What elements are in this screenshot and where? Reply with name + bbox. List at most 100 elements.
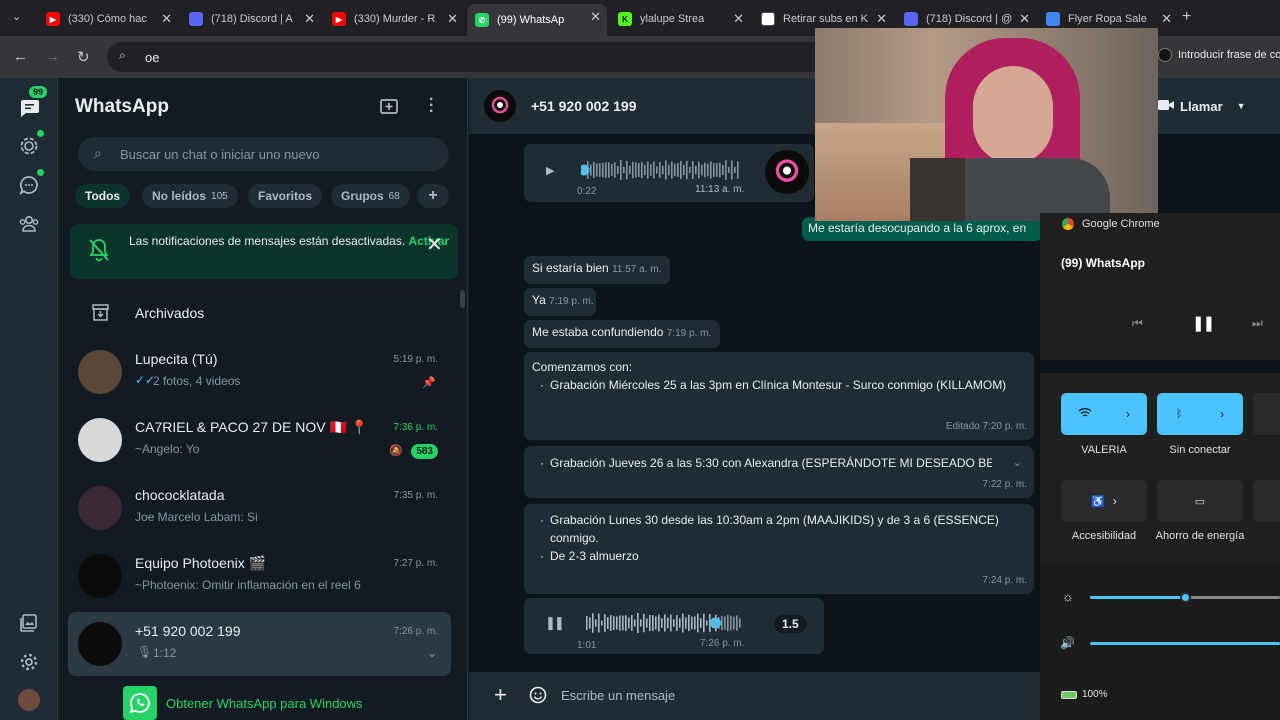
chevron-down-icon[interactable]: ⌄ — [1013, 454, 1022, 472]
close-tab-icon[interactable]: ✕ — [447, 11, 458, 27]
pause-icon[interactable]: ❚❚ — [1192, 314, 1215, 332]
incoming-message[interactable]: Ya 7:19 p. m. — [524, 288, 596, 316]
waveform-bar — [698, 161, 700, 179]
energy-saver-tile[interactable]: ▭ — [1157, 480, 1243, 522]
bluetooth-tile[interactable]: ᛒ › — [1157, 393, 1243, 435]
archive-icon — [92, 304, 109, 324]
battery-status[interactable]: 100% — [1061, 689, 1108, 700]
accessibility-tile[interactable]: ♿ › — [1061, 480, 1147, 522]
more-tile[interactable] — [1253, 393, 1280, 435]
filter-groups[interactable]: Grupos 68 — [331, 184, 410, 208]
chevron-down-icon[interactable]: ⌄ — [427, 646, 437, 660]
communities-icon[interactable] — [17, 212, 41, 236]
previous-track-icon[interactable]: ⏮ — [1132, 316, 1143, 331]
media-icon[interactable] — [17, 611, 41, 635]
media-source-label: Google Chrome — [1082, 218, 1160, 230]
call-button[interactable]: Llamar ▼ — [1158, 91, 1246, 121]
chat-row[interactable]: +51 920 002 199 1:12 7:26 p. m. 🎙 ⌄ — [68, 612, 451, 676]
wifi-tile[interactable]: › — [1061, 393, 1147, 435]
filter-todos[interactable]: Todos — [75, 184, 131, 208]
incoming-message[interactable]: Comenzamos con: · Grabación Miércoles 25… — [524, 352, 1034, 440]
next-track-icon[interactable]: ⏭ — [1252, 316, 1263, 331]
more-tile[interactable] — [1253, 480, 1280, 522]
waveform-bar — [649, 614, 651, 632]
add-filter-button[interactable]: + — [417, 184, 449, 208]
waveform-bar — [683, 164, 685, 176]
passphrase-prompt[interactable]: Introducir frase de co — [1158, 48, 1280, 62]
waveform[interactable] — [581, 158, 741, 182]
browser-tab[interactable]: Kylalupe Strea ✕ — [610, 6, 750, 32]
close-tab-icon[interactable]: ✕ — [304, 11, 315, 27]
tab-search-icon[interactable]: ⌄ — [12, 10, 21, 23]
emoji-icon[interactable] — [529, 686, 547, 709]
attach-plus-icon[interactable]: + — [494, 682, 507, 708]
playback-speed-button[interactable]: 1.5 — [774, 615, 807, 633]
chat-row[interactable]: Equipo Photoenix 🎬 ~Photoenix: Omitir inf… — [68, 544, 451, 608]
browser-tab[interactable]: ✆ (99) WhatsAp ✕ — [467, 4, 607, 36]
search-input[interactable]: ⌕ Buscar un chat o iniciar uno nuevo — [78, 137, 449, 171]
chat-row[interactable]: chococklatada Joe Marcelo Labam: Si 7:35 p… — [68, 476, 451, 540]
browser-tab[interactable]: ▶ (330) Murder - R ✕ — [324, 6, 464, 32]
waveform-bar — [739, 618, 741, 628]
filter-favorites[interactable]: Favoritos — [248, 184, 323, 208]
channels-icon[interactable] — [17, 173, 41, 197]
chat-row[interactable]: Lupecita (Tú) 2 fotos, 4 videos 5:19 p. m.… — [68, 340, 451, 404]
chevron-right-icon[interactable]: › — [1126, 407, 1130, 421]
close-tab-icon[interactable]: ✕ — [1019, 11, 1030, 27]
waveform-bar — [682, 613, 684, 633]
close-tab-icon[interactable]: ✕ — [876, 11, 887, 27]
close-icon[interactable]: ✕ — [426, 235, 443, 255]
audio-duration: 0:22 — [577, 186, 597, 197]
channels-dot — [37, 169, 44, 176]
notification-banner: Las notificaciones de mensajes están des… — [70, 224, 458, 279]
status-icon[interactable] — [17, 134, 41, 158]
url-input[interactable]: ⌕ oe — [107, 42, 837, 72]
chevron-right-icon[interactable]: › — [1113, 494, 1117, 508]
incoming-message[interactable]: Si estaría bien 11:57 a. m. — [524, 256, 670, 284]
scrollbar[interactable] — [460, 290, 465, 308]
close-tab-icon[interactable]: ✕ — [1161, 11, 1172, 27]
settings-gear-icon[interactable] — [17, 650, 41, 674]
play-icon[interactable]: ▶ — [546, 164, 554, 177]
voice-message[interactable]: ▶ 0:22 11:13 a. m. — [524, 144, 814, 202]
incoming-message[interactable]: Me estaba confundiendo 7:19 p. m. — [524, 320, 720, 348]
chat-row[interactable]: CA7RIEL & PACO 27 DE NOV 🇵🇪 📍 ~Angelo: Yo… — [68, 408, 451, 472]
forward-arrow-icon[interactable]: → — [45, 48, 60, 65]
filter-unread[interactable]: No leídos 105 — [142, 184, 238, 208]
browser-tab[interactable]: (718) Discord | A ✕ — [181, 6, 321, 32]
chats-icon[interactable] — [17, 95, 41, 119]
waveform-bar — [725, 160, 727, 180]
pause-icon[interactable]: ❚❚ — [545, 615, 565, 631]
menu-dots-icon[interactable]: · · · — [429, 92, 434, 120]
status-dot — [37, 130, 44, 137]
incoming-message[interactable]: · Grabación Lunes 30 desde las 10:30am a… — [524, 504, 1034, 594]
profile-icon — [1158, 48, 1172, 62]
close-tab-icon[interactable]: ✕ — [590, 9, 601, 25]
back-arrow-icon[interactable]: ← — [13, 48, 28, 65]
waveform-bar — [619, 615, 621, 631]
new-tab-icon[interactable]: + — [1182, 8, 1191, 26]
playback-knob[interactable] — [709, 617, 721, 629]
voice-message[interactable]: ❚❚ 1:01 7:26 p. m. 1.5 — [524, 598, 824, 654]
archived-row[interactable]: Archivados — [58, 296, 458, 328]
incoming-message[interactable]: · Grabación Jueves 26 a las 5:30 con Ale… — [524, 446, 1034, 498]
waveform[interactable] — [583, 611, 743, 635]
reload-icon[interactable]: ↻ — [77, 48, 90, 66]
waveform-bar — [697, 613, 699, 633]
browser-tab[interactable]: ▶ (330) Cómo hac ✕ — [38, 6, 178, 32]
brightness-slider[interactable] — [1090, 592, 1280, 603]
message-input[interactable]: Escribe un mensaje — [561, 688, 675, 703]
waveform-bar — [664, 614, 666, 632]
contact-avatar[interactable] — [484, 90, 516, 122]
get-app-banner[interactable]: Obtener WhatsApp para Windows — [123, 686, 363, 720]
volume-slider[interactable] — [1090, 642, 1280, 645]
close-tab-icon[interactable]: ✕ — [733, 11, 744, 27]
webcam-overlay — [815, 28, 1158, 221]
new-chat-icon[interactable] — [380, 97, 400, 120]
chevron-right-icon[interactable]: › — [1220, 407, 1224, 421]
waveform-bar — [680, 160, 682, 180]
close-tab-icon[interactable]: ✕ — [161, 11, 172, 27]
brightness-knob[interactable] — [1180, 592, 1191, 603]
waveform-bar — [665, 160, 667, 180]
profile-avatar[interactable] — [17, 688, 41, 712]
